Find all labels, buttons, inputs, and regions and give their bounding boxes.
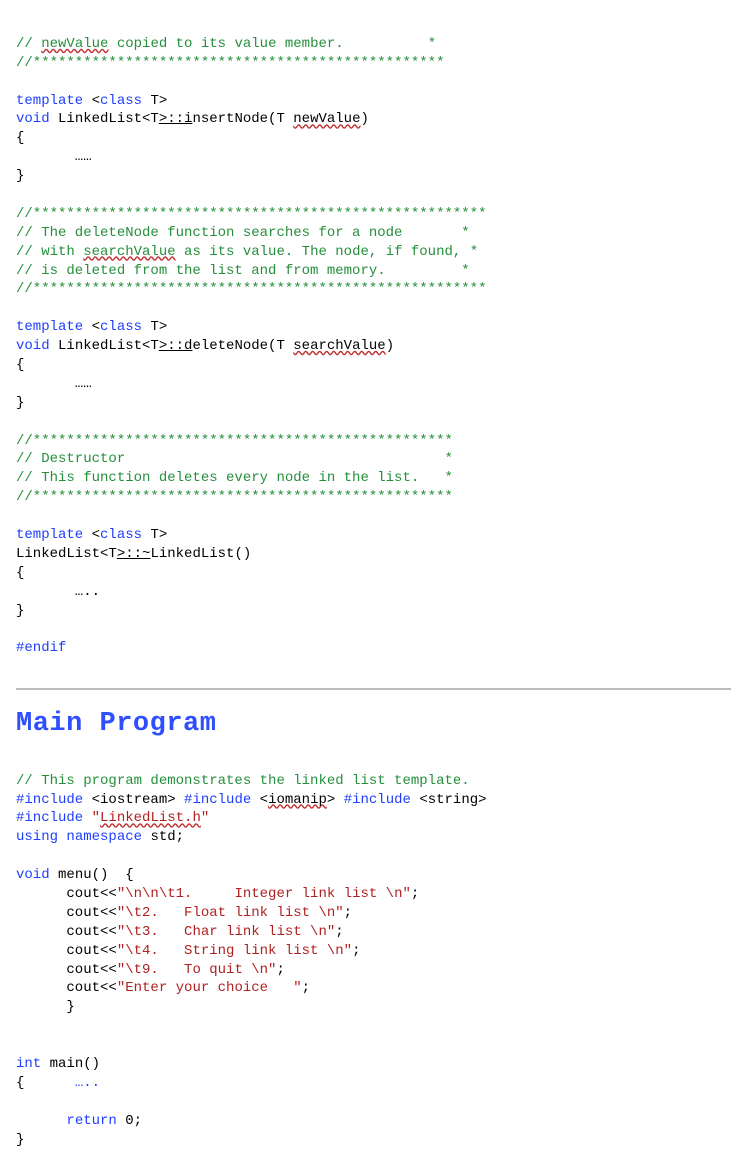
code-block-insert: // newValue copied to its value member. … bbox=[16, 16, 731, 186]
heading-main-program: Main Program bbox=[16, 706, 731, 742]
section-divider bbox=[16, 688, 731, 690]
code-block-destructor: //**************************************… bbox=[16, 413, 731, 659]
code-block-main: // This program demonstrates the linked … bbox=[16, 753, 731, 1150]
code-block-delete: //**************************************… bbox=[16, 186, 731, 413]
